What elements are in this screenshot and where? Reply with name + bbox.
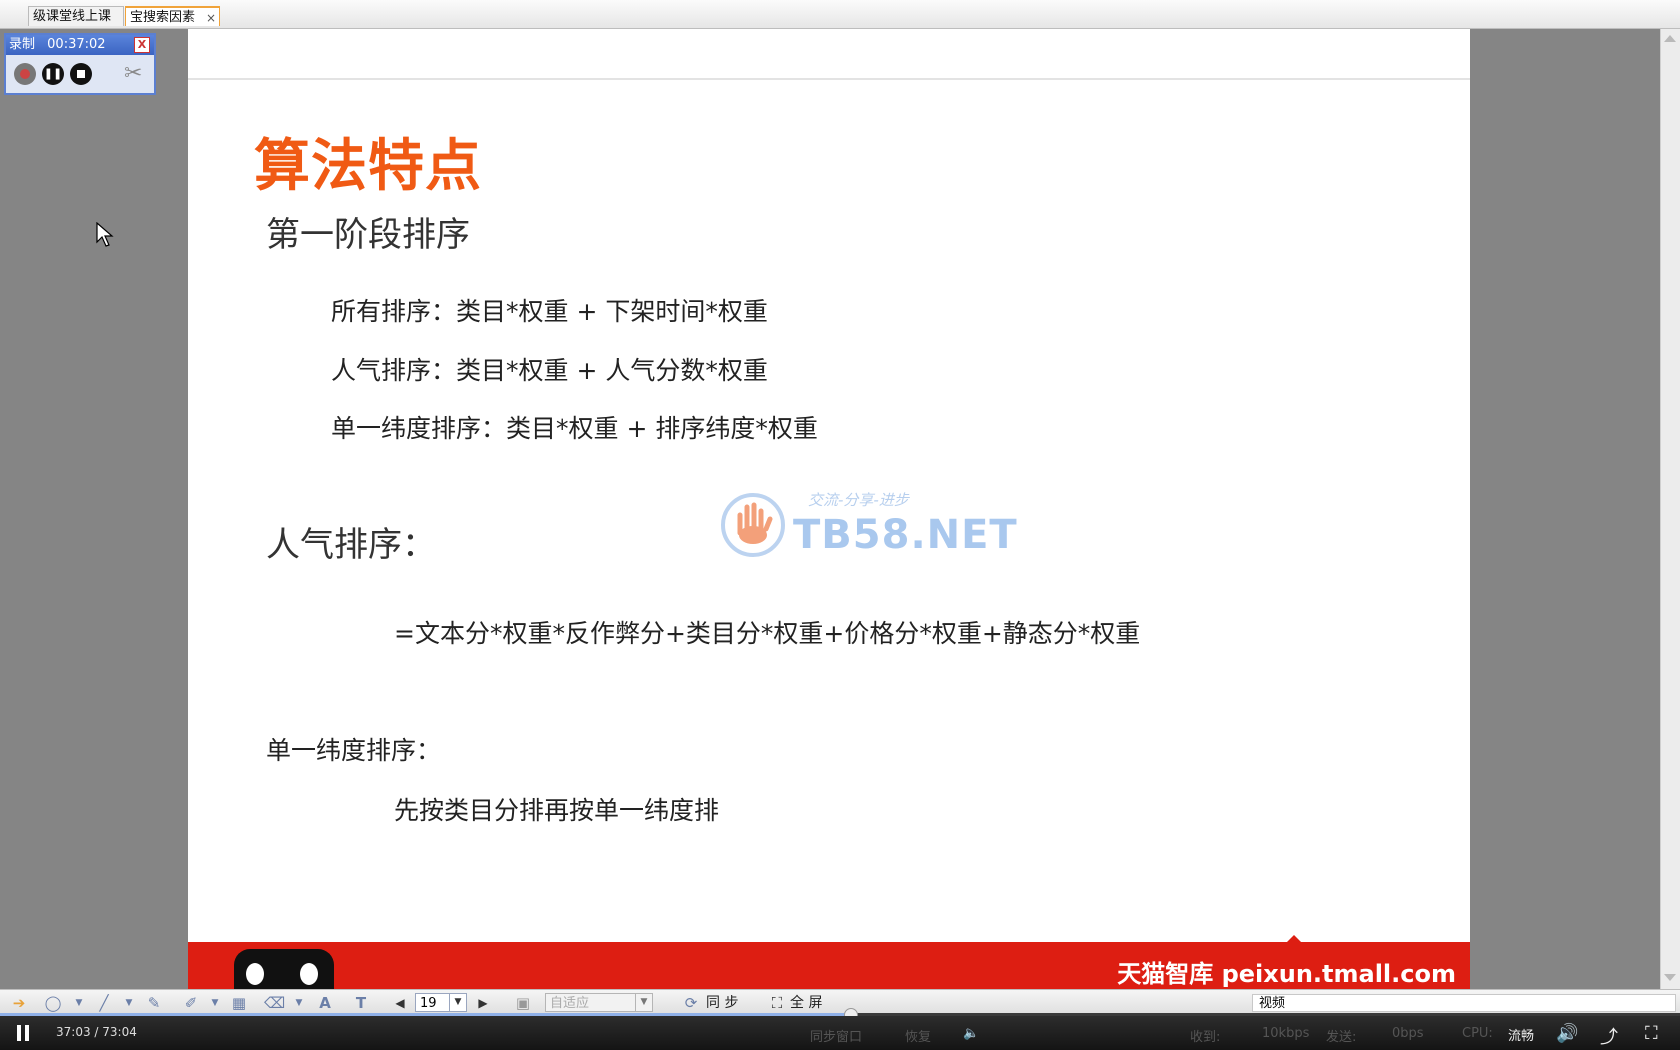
text-style-icon[interactable]: A [316,994,334,1012]
tab-close-icon[interactable]: × [206,8,216,26]
tab-search-factors[interactable]: 宝搜索因素 × [125,6,220,26]
volume-icon[interactable]: 🔊 [1556,1023,1578,1044]
fullscreen-button[interactable]: 全 屏 [790,994,822,1012]
send-value: 0bps [1392,1026,1424,1041]
restore-button[interactable]: 恢复 [905,1026,931,1045]
scroll-down-icon[interactable] [1664,974,1676,981]
mouse-cursor-icon [96,222,114,247]
fullscreen-player-icon[interactable]: ⛶ [1645,1023,1658,1044]
highlighter-icon[interactable]: ✎ [145,994,163,1012]
vertical-scrollbar[interactable] [1660,29,1680,989]
record-button[interactable] [14,63,36,85]
recv-value: 10kbps [1262,1026,1310,1041]
dropdown-icon[interactable]: ▼ [290,994,308,1012]
cat-eye-icon [300,963,318,985]
eraser-icon[interactable]: ⌫ [264,994,285,1012]
scroll-up-icon[interactable] [1664,35,1676,42]
recorder-title-bar[interactable]: 录制 00:37:02 X [6,35,154,55]
pen-tool-icon[interactable]: ✐ [182,994,200,1012]
recorder-time: 00:37:02 [47,37,106,52]
next-page-icon[interactable]: ▶ [474,994,492,1012]
section-heading-single-dimension: 单一纬度排序： [266,736,442,765]
watermark-hand-icon [721,493,785,557]
slide-title: 算法特点 [254,134,482,199]
presentation-slide: 算法特点 第一阶段排序 所有排序：类目*权重 + 下架时间*权重 人气排序：类目… [188,29,1470,989]
line-tool-icon[interactable]: ╱ [95,994,113,1012]
section-heading-popularity: 人气排序： [266,525,436,565]
page-number-select[interactable]: 19 ▼ [415,993,467,1012]
cat-eye-icon [246,963,264,985]
ellipse-tool-icon[interactable]: ◯ [44,994,62,1012]
line-sort-method: 先按类目分排再按单一纬度排 [394,796,720,825]
line-single-dimension-sort: 单一纬度排序：类目*权重 + 排序纬度*权重 [331,414,818,443]
annotation-toolbar: ➔ ◯ ▼ ╱ ▼ ✎ ✐ ▼ ▦ ⌫ ▼ A T ◀ 19 ▼ ▶ ▣ 自适应… [0,989,1680,1016]
chevron-down-icon[interactable]: ▼ [449,994,466,1011]
quality-button[interactable]: 流畅 [1508,1025,1534,1044]
recorder-pause-button[interactable]: ❚❚ [42,63,64,85]
zoom-select[interactable]: 自适应 ▼ [545,993,653,1012]
playback-time: 37:03 / 73:04 [56,1025,137,1039]
tools-icon[interactable]: ✂ [124,61,150,87]
viewer-background-right [1470,29,1660,989]
popularity-formula: =文本分*权重*反作弊分+类目分*权重+价格分*权重+静态分*权重 [394,619,1141,648]
share-icon[interactable]: ⤴ [1600,1023,1618,1049]
text-tool-icon[interactable]: T [352,994,370,1012]
prev-page-icon[interactable]: ◀ [391,994,409,1012]
sync-window-button[interactable]: 同步窗口 [810,1026,862,1045]
footer-banner: 天猫智库 peixun.tmall.com [188,942,1470,989]
recv-label: 收到: [1190,1030,1221,1045]
player-control-bar: 37:03 / 73:04 同步窗口 恢复 🔈 收到: 10kbps 发送: 0… [0,1016,1680,1050]
save-icon[interactable]: ▣ [514,994,532,1012]
chevron-down-icon[interactable]: ▼ [635,994,652,1011]
recorder-widget[interactable]: 录制 00:37:02 X ❚❚ ✂ [4,33,156,95]
line-popularity-sort: 人气排序：类目*权重 + 人气分数*权重 [331,356,768,385]
sync-button[interactable]: 同 步 [706,994,738,1012]
tmall-cat-logo-icon [234,949,334,989]
line-all-sort: 所有排序：类目*权重 + 下架时间*权重 [331,297,768,326]
cpu-label: CPU: [1462,1026,1493,1041]
dropdown-icon[interactable]: ▼ [70,994,88,1012]
fullscreen-icon[interactable]: ⛶ [768,994,786,1012]
dropdown-icon[interactable]: ▼ [206,994,224,1012]
recorder-label: 录制 [9,37,36,52]
tab-bar: 级课堂线上课 宝搜索因素 × [0,0,1680,29]
section-heading-first-stage: 第一阶段排序 [266,215,470,255]
pointer-arrow-icon[interactable]: ➔ [10,994,28,1012]
recorder-stop-button[interactable] [70,63,92,85]
watermark-logo-text: TB58.NET [793,512,1018,558]
fill-tool-icon[interactable]: ▦ [230,994,248,1012]
slide-divider [188,78,1470,80]
tab-course[interactable]: 级课堂线上课 [28,6,124,26]
banner-brand-text: 天猫智库 peixun.tmall.com [1117,960,1456,988]
pause-button[interactable] [16,1025,30,1041]
volume-small-icon[interactable]: 🔈 [963,1026,979,1041]
send-label: 发送: [1326,1030,1357,1045]
viewer-background-left [0,29,188,989]
sync-icon[interactable]: ⟳ [682,994,700,1012]
recorder-close-button[interactable]: X [134,37,150,53]
video-panel-label: 视频 [1252,994,1676,1012]
dropdown-icon[interactable]: ▼ [120,994,138,1012]
watermark-slogan: 交流-分享-进步 [808,491,909,509]
